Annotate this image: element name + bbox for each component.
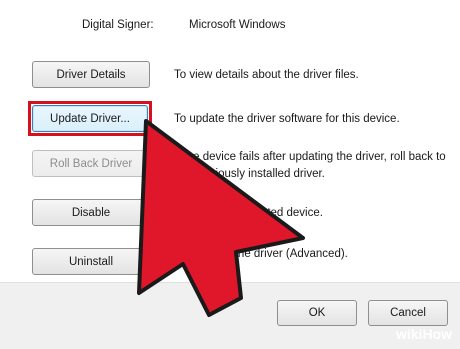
driver-properties-dialog: Digital Signer: Microsoft Windows Driver… [0,0,460,349]
uninstall-button[interactable]: Uninstall [32,248,150,275]
digital-signer-value: Microsoft Windows [189,19,286,31]
cancel-button[interactable]: Cancel [368,300,448,326]
driver-details-button[interactable]: Driver Details [32,61,150,88]
wikihow-watermark: wikiHow [396,326,452,342]
digital-signer-label: Digital Signer: [82,19,154,31]
roll-back-description: If the device fails after updating the d… [174,151,446,180]
update-driver-button[interactable]: Update Driver... [32,105,148,132]
ok-button[interactable]: OK [277,300,357,326]
update-driver-description: To update the driver software for this d… [174,113,400,125]
uninstall-description: To uninstall the driver (Advanced). [174,248,348,260]
disable-button[interactable]: Disable [32,199,150,226]
driver-details-description: To view details about the driver files. [174,69,359,81]
disable-description: Disables the selected device. [174,207,323,219]
watermark-part1: wiki [395,326,423,342]
roll-back-driver-button[interactable]: Roll Back Driver [32,150,150,177]
watermark-part2: How [422,326,452,342]
